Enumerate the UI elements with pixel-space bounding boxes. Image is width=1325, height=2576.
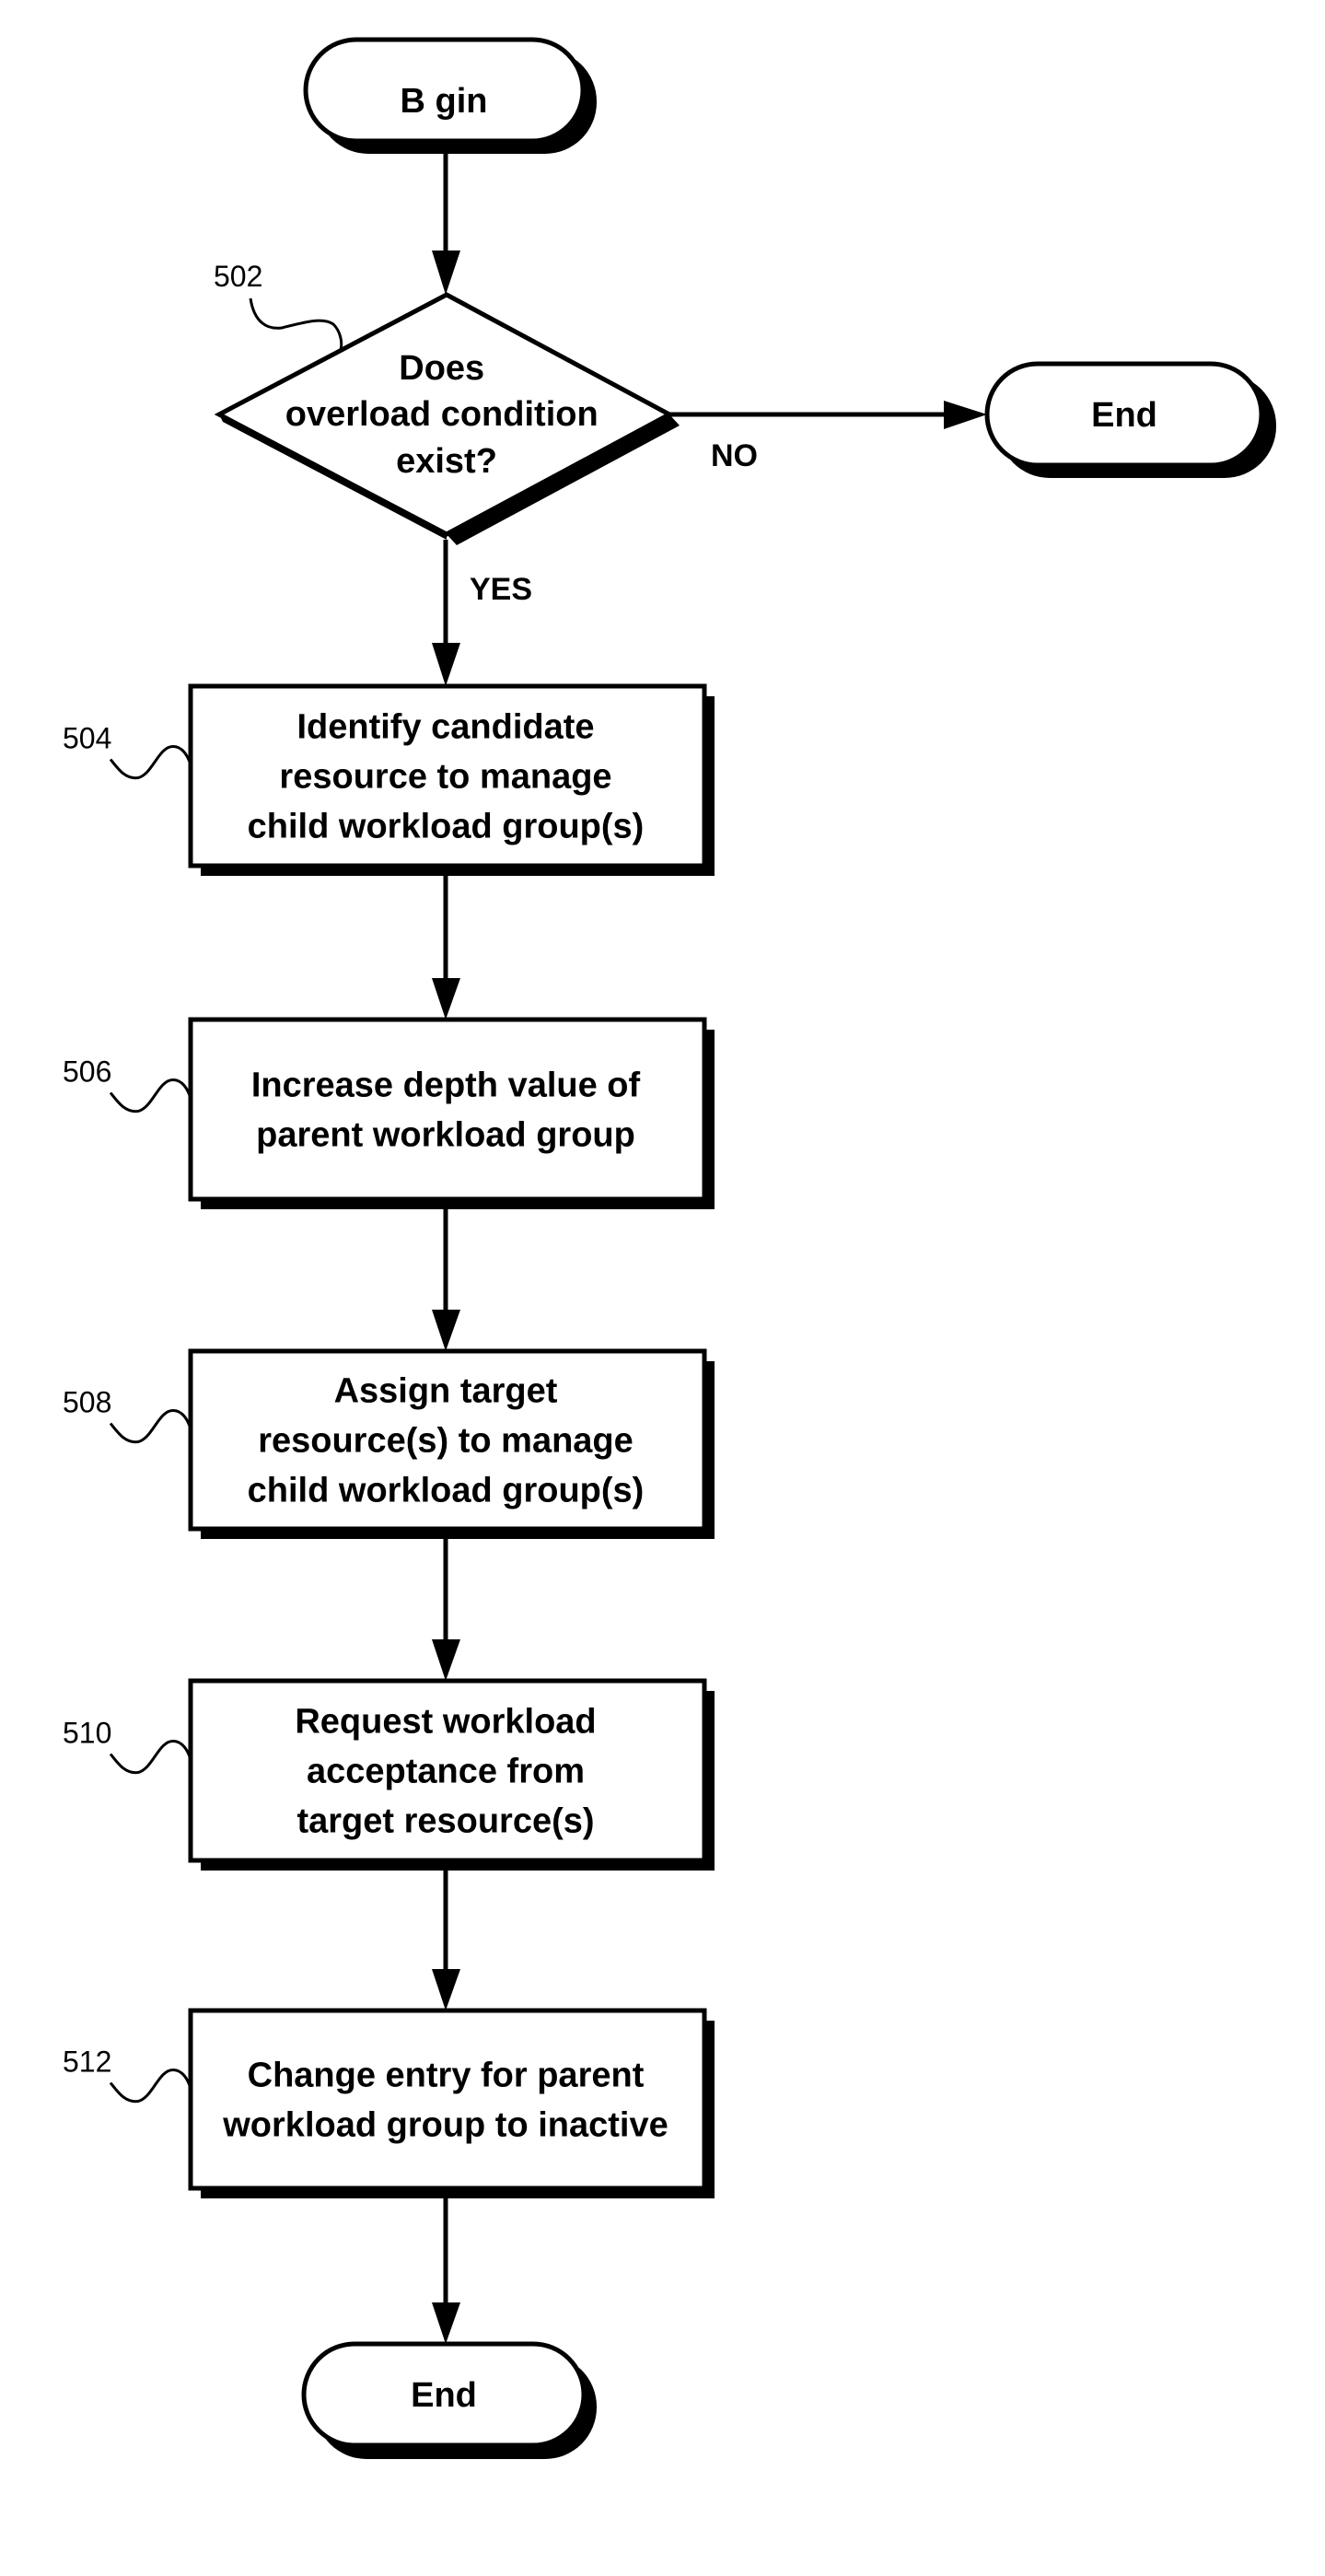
process-line: resource to manage (279, 758, 611, 797)
process-step-508: Assign target resource(s) to manage child … (63, 1348, 715, 1539)
arrowhead-icon (432, 643, 460, 686)
decision-line: overload condition (285, 395, 599, 434)
process-line: Request workload (295, 1703, 596, 1742)
leader-line (109, 1408, 192, 1444)
ref-label: 510 (63, 1717, 111, 1750)
no-label: NO (711, 438, 758, 473)
process-line: child workload group(s) (248, 808, 645, 846)
process-step-510: Request workload acceptance from target re… (63, 1678, 715, 1871)
ref-label: 508 (63, 1386, 111, 1419)
connector-yes: YES (432, 540, 532, 686)
flowchart: B gin Does overload condition exist? 502… (63, 37, 1276, 2459)
end-terminator: End (301, 2341, 597, 2459)
process-line: Identify candidate (296, 708, 594, 747)
ref-label: 502 (214, 260, 262, 293)
yes-label: YES (470, 572, 532, 607)
begin-terminator: B gin (303, 37, 597, 154)
leader-line (109, 1078, 192, 1113)
ref-502: 502 (214, 260, 343, 351)
connector-begin-to-decision (432, 154, 460, 295)
connector (432, 2198, 460, 2344)
process-line: Change entry for parent (248, 2057, 645, 2095)
process-step-512: Change entry for parent workload group to… (63, 2008, 715, 2198)
arrowhead-icon (432, 1639, 460, 1681)
decision-line: Does (399, 349, 484, 388)
leader-line (109, 1739, 192, 1775)
arrowhead-icon (432, 978, 460, 1020)
connector-no: NO (669, 401, 987, 473)
process-line: target resource(s) (296, 1802, 594, 1841)
arrowhead-icon (432, 251, 460, 295)
arrowhead-icon (432, 2302, 460, 2344)
leader-line (109, 2068, 192, 2104)
process-steps: Identify candidate resource to manage chil… (63, 683, 715, 2344)
process-line: Assign target (334, 1372, 558, 1411)
connector (432, 1209, 460, 1351)
end-terminator-no: End (984, 361, 1276, 478)
end-label: End (411, 2376, 477, 2415)
begin-label: B gin (401, 82, 488, 121)
process-line: workload group to inactive (222, 2106, 668, 2145)
process-text: Request workload acceptance from target re… (295, 1703, 596, 1841)
process-box (188, 1017, 707, 1202)
decision-line: exist? (396, 442, 497, 481)
connector (432, 876, 460, 1020)
ref-label: 504 (63, 722, 111, 755)
arrowhead-icon (432, 1310, 460, 1351)
process-step-504: Identify candidate resource to manage chil… (63, 683, 715, 876)
connector (432, 1539, 460, 1681)
decision-diamond: Does overload condition exist? (214, 292, 680, 545)
ref-label: 512 (63, 2046, 111, 2079)
process-line: Increase depth value of (251, 1067, 641, 1105)
process-box (188, 2008, 707, 2191)
process-line: child workload group(s) (248, 1472, 645, 1510)
process-step-506: Increase depth value of parent workload g… (63, 1017, 715, 1209)
process-line: resource(s) to manage (258, 1422, 633, 1461)
arrowhead-icon (944, 401, 987, 429)
leader-line (249, 297, 343, 351)
process-text: Identify candidate resource to manage chil… (248, 708, 645, 846)
ref-label: 506 (63, 1055, 111, 1089)
end-label: End (1091, 396, 1157, 435)
arrowhead-icon (432, 1969, 460, 2011)
connector (432, 1871, 460, 2011)
process-line: parent workload group (256, 1116, 635, 1155)
process-line: acceptance from (307, 1753, 585, 1791)
leader-line (109, 744, 192, 780)
